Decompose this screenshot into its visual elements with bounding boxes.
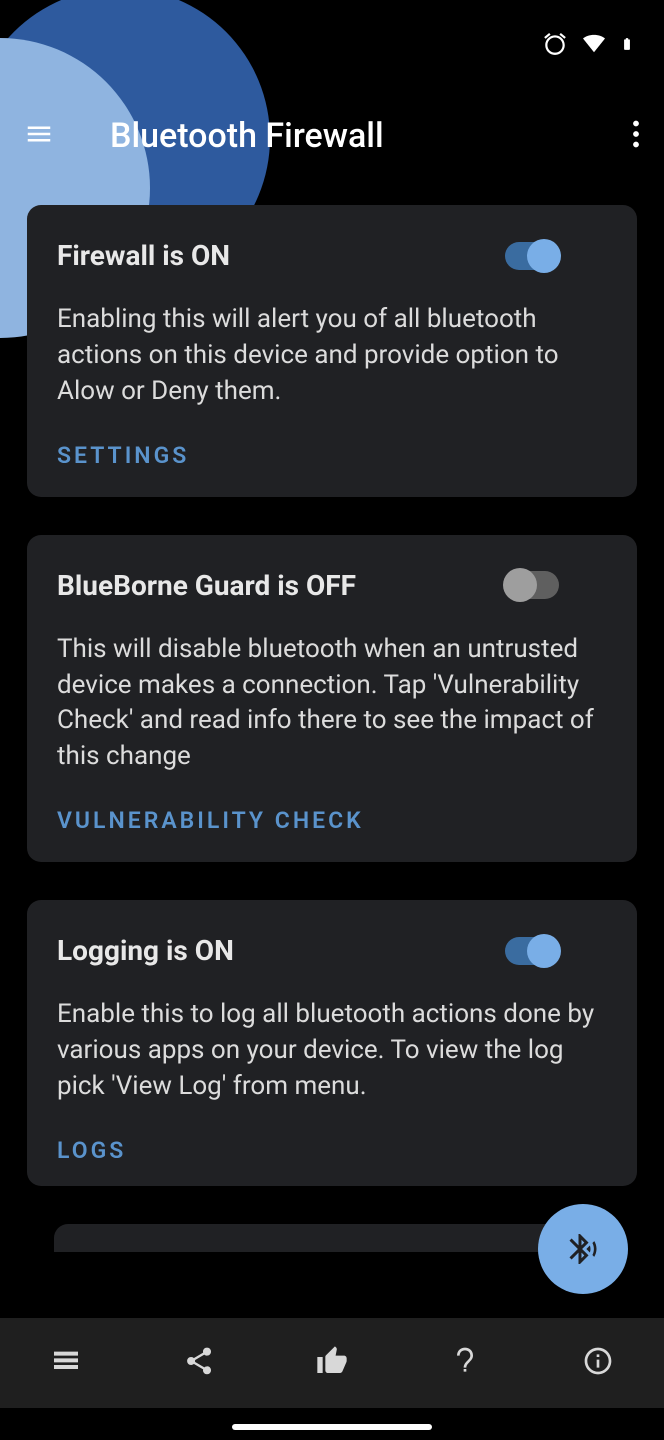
card-title: Logging is ON [57, 934, 234, 967]
bottom-bar [0, 1318, 664, 1408]
share-icon[interactable] [183, 1345, 215, 1381]
card-blueborne: BlueBorne Guard is OFF This will disable… [27, 535, 637, 863]
wifi-icon [580, 33, 608, 55]
logs-button[interactable]: LOGS [57, 1137, 607, 1164]
overflow-menu-icon[interactable] [632, 120, 640, 152]
info-icon[interactable] [582, 1345, 614, 1381]
logging-toggle[interactable] [505, 937, 559, 965]
help-icon[interactable] [449, 1345, 481, 1381]
card-header: Logging is ON [57, 934, 607, 967]
battery-icon [620, 32, 634, 56]
blueborne-toggle[interactable] [505, 571, 559, 599]
alarm-icon [542, 31, 568, 57]
list-icon[interactable] [50, 1345, 82, 1381]
card-header: Firewall is ON [57, 239, 607, 272]
card-description: This will disable bluetooth when an untr… [57, 632, 607, 776]
card-title: Firewall is ON [57, 239, 230, 272]
bluetooth-audio-icon [565, 1231, 601, 1267]
content-area[interactable]: Firewall is ON Enabling this will alert … [0, 183, 664, 1252]
card-header: BlueBorne Guard is OFF [57, 569, 607, 602]
gesture-handle[interactable] [232, 1424, 432, 1430]
hamburger-icon[interactable] [24, 119, 54, 153]
bluetooth-fab[interactable] [538, 1204, 628, 1294]
vulnerability-check-button[interactable]: VULNERABILITY CHECK [57, 807, 607, 834]
firewall-toggle[interactable] [505, 242, 559, 270]
settings-button[interactable]: SETTINGS [57, 442, 607, 469]
thumbs-up-icon[interactable] [316, 1345, 348, 1381]
card-firewall: Firewall is ON Enabling this will alert … [27, 205, 637, 497]
card-logging: Logging is ON Enable this to log all blu… [27, 900, 637, 1186]
card-peek [54, 1224, 610, 1252]
card-description: Enable this to log all bluetooth actions… [57, 997, 607, 1105]
status-right [542, 31, 634, 57]
card-title: BlueBorne Guard is OFF [57, 569, 356, 602]
app-title: Bluetooth Firewall [110, 116, 384, 156]
card-description: Enabling this will alert you of all blue… [57, 302, 607, 410]
app-bar: Bluetooth Firewall [0, 88, 664, 183]
